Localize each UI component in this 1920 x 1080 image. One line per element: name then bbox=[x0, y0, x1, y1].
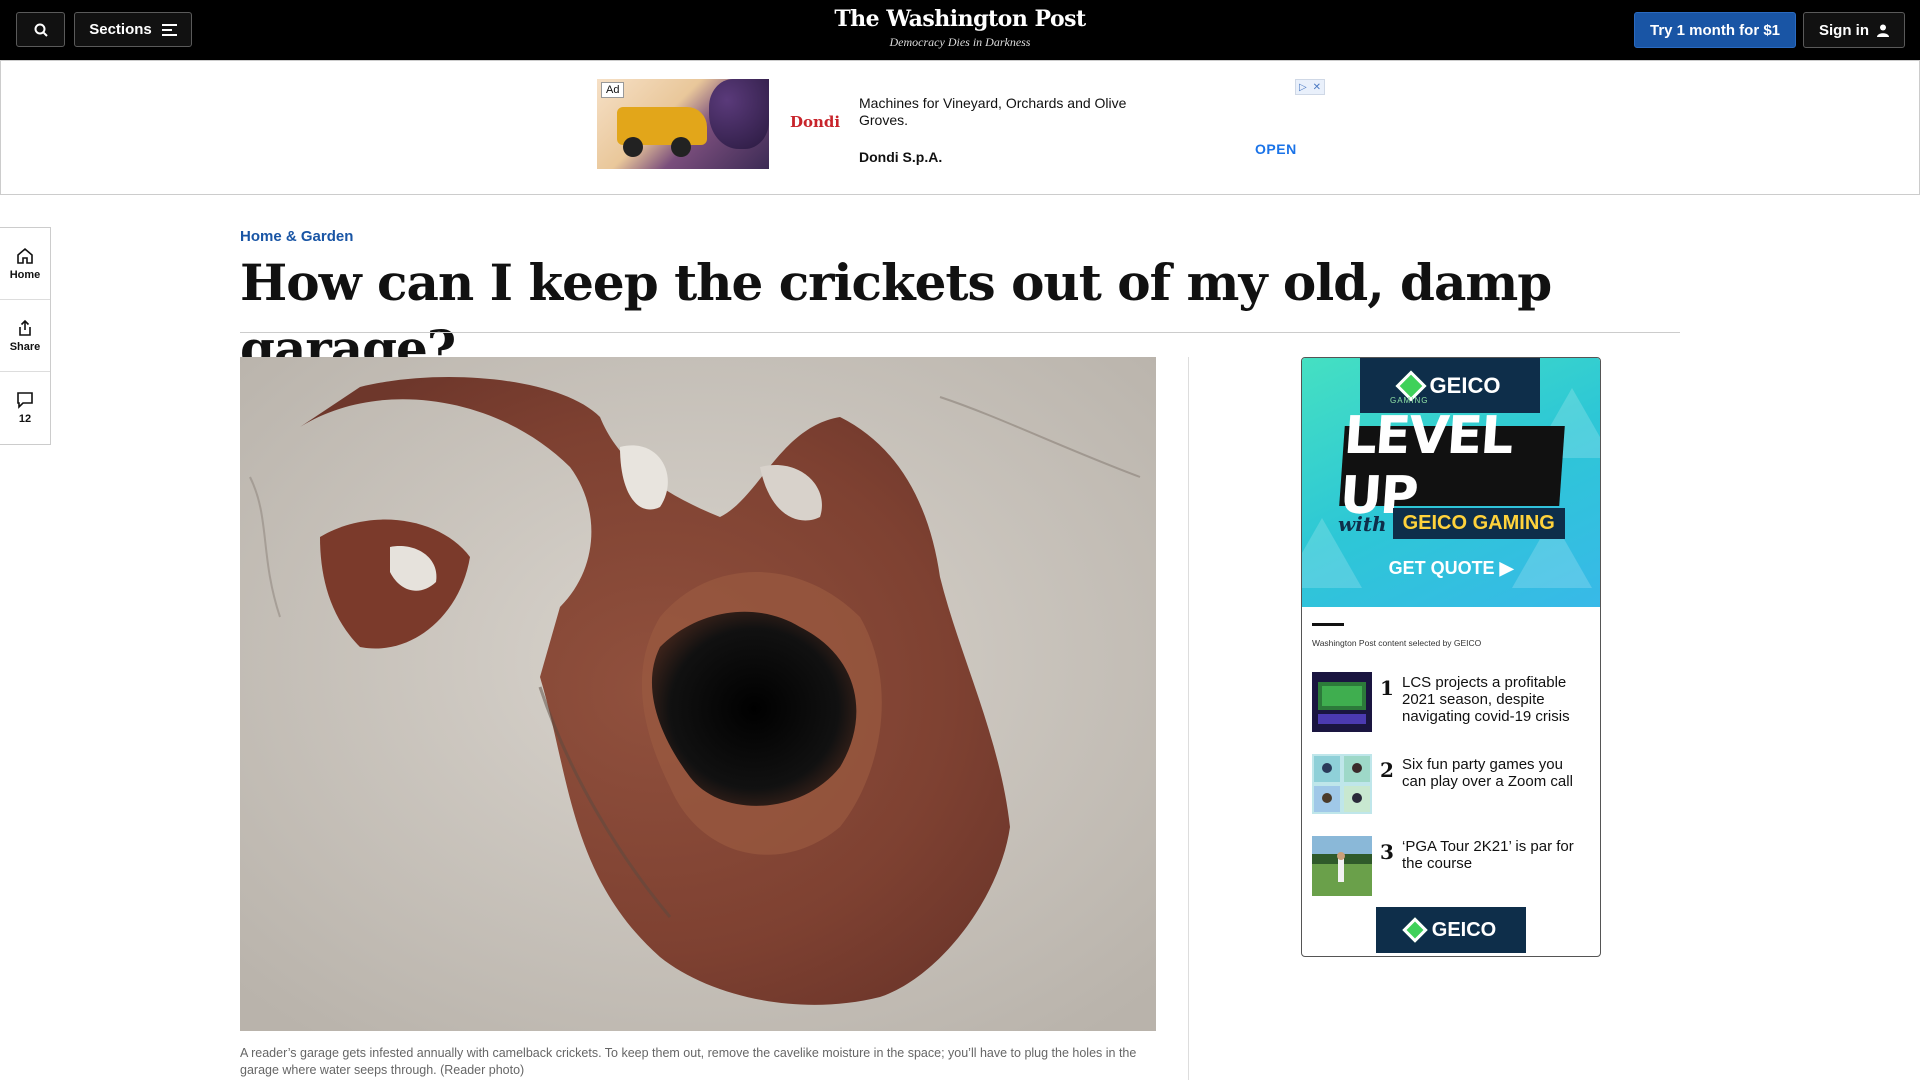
story-thumbnail bbox=[1312, 672, 1372, 732]
share-label: Share bbox=[9, 340, 41, 353]
level-up-text: LEVEL UP bbox=[1338, 406, 1565, 526]
display-ad[interactable]: Ad Dondi Machines for Vineyard, Orchards… bbox=[597, 79, 1325, 169]
site-tagline: Democracy Dies in Darkness bbox=[889, 35, 1031, 49]
user-icon bbox=[1877, 24, 1889, 37]
ad-banner-area: Ad Dondi Machines for Vineyard, Orchards… bbox=[0, 60, 1920, 195]
home-button[interactable]: Home bbox=[0, 228, 50, 300]
home-label: Home bbox=[9, 268, 41, 281]
sign-in-button[interactable]: Sign in bbox=[1803, 12, 1905, 48]
search-button[interactable] bbox=[16, 12, 65, 47]
hamburger-icon bbox=[161, 23, 177, 36]
story-rank: 3 bbox=[1380, 840, 1394, 864]
geico-sub-label: GAMING bbox=[1390, 396, 1429, 405]
story-rank: 2 bbox=[1380, 758, 1394, 782]
sections-label: Sections bbox=[89, 21, 152, 38]
wheel-graphic bbox=[623, 137, 643, 157]
ad-image[interactable]: Ad bbox=[597, 79, 769, 169]
close-icon: ✕ bbox=[1312, 81, 1322, 93]
geico-brand: GEICO bbox=[1429, 372, 1501, 398]
wheel-graphic bbox=[671, 137, 691, 157]
story-rank: 1 bbox=[1380, 676, 1394, 700]
geico-diamond-icon bbox=[1402, 917, 1428, 943]
story-thumbnail bbox=[1312, 754, 1372, 814]
column-divider bbox=[1188, 357, 1189, 1080]
story-thumbnail bbox=[1312, 836, 1372, 896]
with-text: with bbox=[1338, 511, 1387, 536]
sponsored-rule bbox=[1312, 623, 1344, 626]
ad-headline[interactable]: Machines for Vineyard, Orchards and Oliv… bbox=[859, 95, 1149, 129]
sign-in-label: Sign in bbox=[1819, 21, 1869, 39]
lead-photo[interactable] bbox=[240, 357, 1156, 1031]
geico-logo: GEICO bbox=[1360, 358, 1540, 413]
story-title[interactable]: ‘PGA Tour 2K21’ is par for the course bbox=[1402, 838, 1587, 872]
home-icon bbox=[17, 247, 33, 264]
sponsored-story[interactable]: 3 ‘PGA Tour 2K21’ is par for the course bbox=[1312, 836, 1592, 898]
geico-banner-ad[interactable]: GEICO GAMING LEVEL UP with GEICO GAMING … bbox=[1302, 358, 1600, 607]
ad-choices-button[interactable]: ▷ ✕ bbox=[1295, 79, 1325, 95]
geico-footer-brand: GEICO bbox=[1431, 918, 1497, 941]
with-geico-gaming: with GEICO GAMING bbox=[1338, 508, 1565, 539]
subscribe-button[interactable]: Try 1 month for $1 bbox=[1634, 12, 1796, 48]
search-icon bbox=[34, 23, 48, 37]
masthead[interactable]: The Washington Post Democracy Dies in Da… bbox=[760, 6, 1160, 50]
comments-button[interactable]: 12 bbox=[0, 372, 50, 444]
story-title[interactable]: LCS projects a profitable 2021 season, d… bbox=[1402, 674, 1587, 725]
share-button[interactable]: Share bbox=[0, 300, 50, 372]
left-action-rail: Home Share 12 bbox=[0, 227, 51, 445]
sponsored-story[interactable]: 1 LCS projects a profitable 2021 season,… bbox=[1312, 672, 1592, 734]
story-title[interactable]: Six fun party games you can play over a … bbox=[1402, 756, 1587, 790]
top-nav-bar: Sections The Washington Post Democracy D… bbox=[0, 0, 1920, 60]
geico-gaming-label: GEICO GAMING bbox=[1392, 508, 1565, 539]
sections-button[interactable]: Sections bbox=[74, 12, 192, 47]
ad-brand-logo[interactable]: Dondi bbox=[787, 107, 843, 137]
ad-badge: Ad bbox=[601, 82, 625, 98]
grapes-graphic bbox=[709, 79, 769, 149]
photo-caption: A reader’s garage gets infested annually… bbox=[240, 1046, 1137, 1077]
garage-hole-photo bbox=[240, 357, 1156, 1031]
sponsored-module: GEICO GAMING LEVEL UP with GEICO GAMING … bbox=[1301, 357, 1601, 957]
comment-icon bbox=[17, 392, 33, 409]
section-kicker-link[interactable]: Home & Garden bbox=[240, 228, 353, 245]
ad-open-button[interactable]: OPEN bbox=[1255, 141, 1297, 157]
share-icon bbox=[19, 319, 31, 336]
geico-footer-logo[interactable]: GEICO bbox=[1376, 907, 1526, 953]
sponsored-credit: Washington Post content selected by GEIC… bbox=[1312, 638, 1482, 648]
site-logo[interactable]: The Washington Post bbox=[760, 6, 1160, 32]
get-quote-button[interactable]: GET QUOTE ▶ bbox=[1302, 558, 1600, 579]
ad-choices-icon: ▷ bbox=[1298, 81, 1307, 93]
comments-count: 12 bbox=[18, 413, 32, 425]
ad-advertiser[interactable]: Dondi S.p.A. bbox=[859, 149, 942, 165]
sponsored-story[interactable]: 2 Six fun party games you can play over … bbox=[1312, 754, 1592, 816]
headline-divider bbox=[240, 332, 1680, 333]
